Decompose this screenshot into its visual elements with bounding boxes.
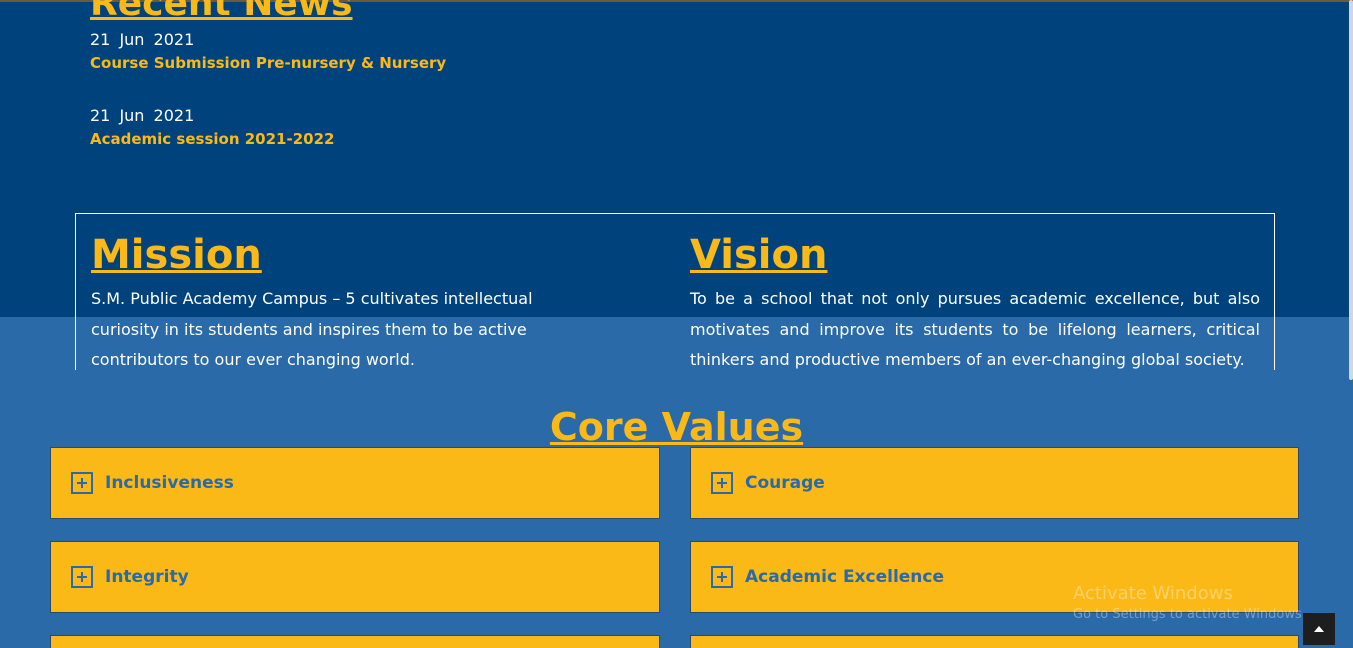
mission-heading: Mission [91, 232, 262, 278]
core-value-accordion-partial[interactable] [50, 635, 660, 648]
page-scrollbar[interactable] [1349, 0, 1353, 380]
recent-news-heading: Recent News [90, 0, 353, 24]
news-item: 21 Jun 2021 Course Submission Pre-nurser… [90, 30, 446, 73]
plus-box-icon [711, 566, 733, 588]
core-value-label: Integrity [105, 567, 189, 587]
core-value-label: Courage [745, 473, 825, 493]
core-value-accordion-courage[interactable]: Courage [690, 447, 1299, 519]
news-title-link[interactable]: Academic session 2021-2022 [90, 129, 334, 149]
mission-text: S.M. Public Academy Campus – 5 cultivate… [91, 289, 533, 369]
plus-box-icon [71, 566, 93, 588]
chevron-up-icon [1314, 626, 1324, 632]
news-date: 21 Jun 2021 [90, 30, 195, 49]
vision-text: To be a school that not only pursues aca… [690, 289, 1260, 369]
mission-block: Mission S.M. Public Academy Campus – 5 c… [91, 232, 591, 376]
core-values-heading-wrap: Core Values [0, 402, 1353, 452]
scroll-to-top-button[interactable] [1303, 613, 1335, 645]
activate-windows-watermark: Activate Windows Go to Settings to activ… [1073, 582, 1306, 624]
core-value-label: Academic Excellence [745, 567, 945, 587]
news-item: 21 Jun 2021 Academic session 2021-2022 [90, 106, 334, 149]
core-value-accordion-integrity[interactable]: Integrity [50, 541, 660, 613]
news-title-link[interactable]: Course Submission Pre-nursery & Nursery [90, 53, 446, 73]
watermark-title: Activate Windows [1073, 583, 1233, 604]
news-date: 21 Jun 2021 [90, 106, 195, 125]
core-value-accordion-inclusiveness[interactable]: Inclusiveness [50, 447, 660, 519]
core-values-heading: Core Values [549, 405, 804, 449]
core-value-accordion-partial[interactable] [690, 635, 1299, 648]
vision-heading: Vision [690, 232, 828, 278]
plus-box-icon [71, 472, 93, 494]
core-value-label: Inclusiveness [105, 473, 234, 493]
plus-box-icon [711, 472, 733, 494]
vision-block: Vision To be a school that not only purs… [690, 232, 1260, 376]
mission-vision-box: Mission S.M. Public Academy Campus – 5 c… [75, 213, 1275, 370]
watermark-subtitle: Go to Settings to activate Windows. [1073, 607, 1306, 622]
